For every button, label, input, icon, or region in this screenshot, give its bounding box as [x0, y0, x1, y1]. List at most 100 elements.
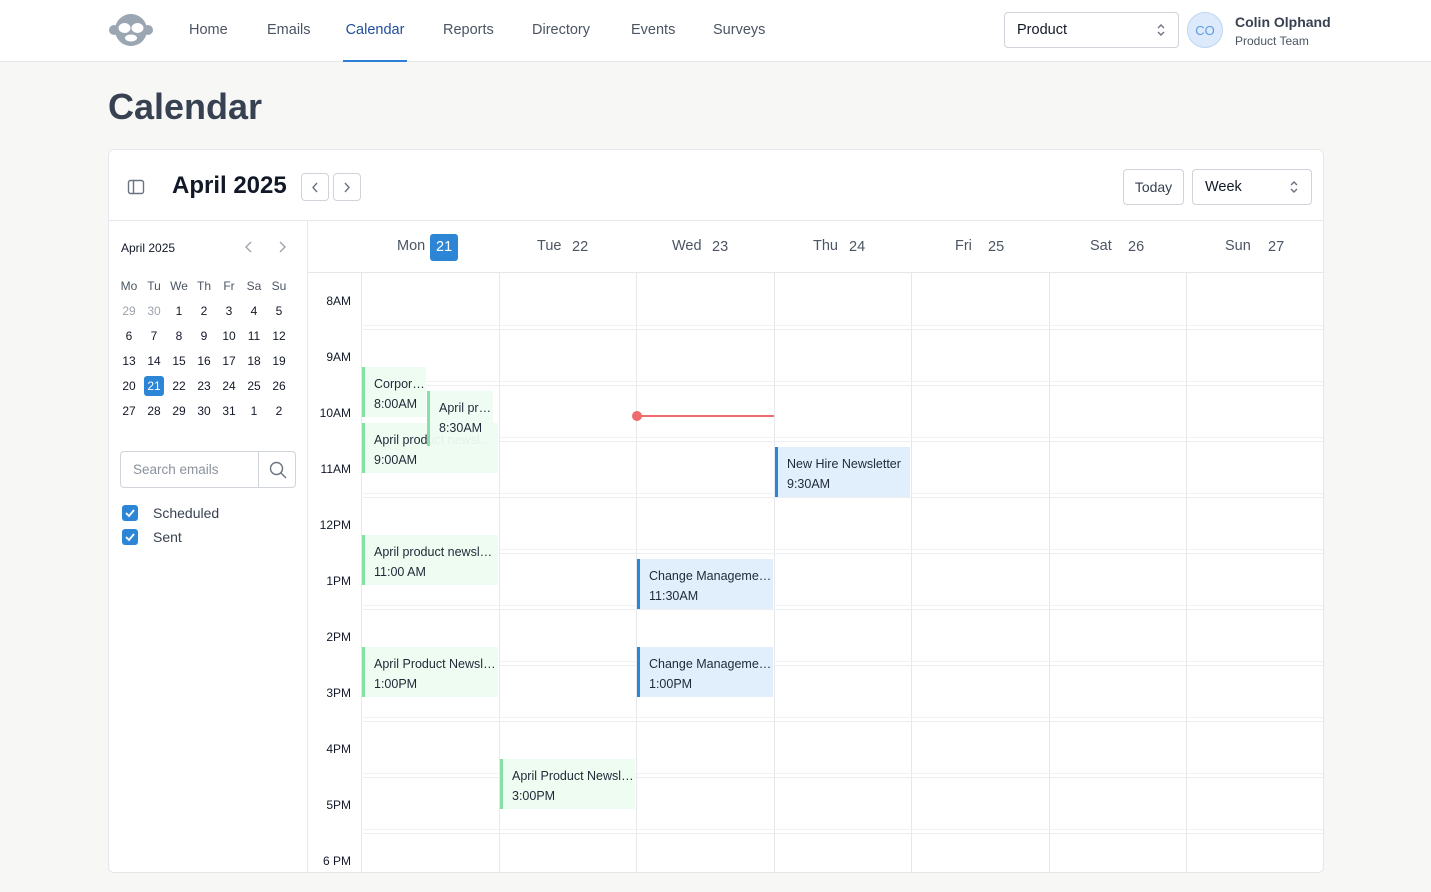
check-icon [125, 533, 135, 542]
chevron-right-icon [344, 182, 350, 193]
event-card[interactable]: April product newsletter 11:00 AM [362, 535, 498, 585]
hour-line [361, 553, 1323, 554]
mini-day[interactable]: 17 [219, 351, 239, 371]
mini-day[interactable]: 26 [269, 376, 289, 396]
mini-day[interactable]: 7 [144, 326, 164, 346]
day-header-wed[interactable]: Wed 23 [636, 221, 774, 273]
mini-day[interactable]: 9 [194, 326, 214, 346]
user-team: Product Team [1235, 34, 1309, 48]
day-header-sun[interactable]: Sun 27 [1186, 221, 1323, 273]
day-header-fri[interactable]: Fri 25 [911, 221, 1049, 273]
half-hour-line [361, 829, 1323, 830]
today-button[interactable]: Today [1123, 169, 1184, 205]
mini-day[interactable]: 28 [144, 401, 164, 421]
day-name: Sun [1225, 238, 1251, 254]
mini-day[interactable]: 5 [269, 301, 289, 321]
event-time: 1:00PM [649, 677, 693, 691]
mini-day[interactable]: 16 [194, 351, 214, 371]
sidebar-toggle-icon[interactable] [127, 178, 145, 196]
mini-day[interactable]: 4 [244, 301, 264, 321]
day-name: Mon [397, 238, 426, 254]
day-header-tue[interactable]: Tue 22 [499, 221, 636, 273]
team-select[interactable]: Product [1004, 12, 1179, 48]
nav-events[interactable]: Events [631, 0, 675, 62]
mini-day[interactable]: 14 [144, 351, 164, 371]
next-week-button[interactable] [333, 173, 361, 201]
day-number: 25 [988, 239, 1005, 255]
search-button[interactable] [258, 452, 295, 487]
mini-prev-month-icon[interactable] [242, 240, 256, 254]
day-header-sat[interactable]: Sat 26 [1049, 221, 1186, 273]
hour-label: 4PM [326, 742, 351, 756]
event-card[interactable]: Change Management Update 1:00PM [637, 647, 773, 697]
mini-day[interactable]: 11 [244, 326, 264, 346]
mini-day[interactable]: 1 [244, 401, 264, 421]
mini-day[interactable]: 10 [219, 326, 239, 346]
mini-day[interactable]: 27 [119, 401, 139, 421]
hour-label: 11AM [320, 462, 351, 476]
nav-home[interactable]: Home [189, 0, 228, 62]
scheduled-label: Scheduled [153, 505, 220, 521]
mini-day[interactable]: 21 [144, 376, 164, 396]
mini-day[interactable]: 31 [219, 401, 239, 421]
hour-line [361, 329, 1323, 330]
event-time: 9:30AM [787, 477, 831, 491]
half-hour-line [361, 605, 1323, 606]
mini-day[interactable]: 8 [169, 326, 189, 346]
day-header-mon[interactable]: Mon 21 [361, 221, 499, 273]
mini-day[interactable]: 30 [194, 401, 214, 421]
mini-weekday: Fr [223, 279, 235, 293]
mini-day[interactable]: 6 [119, 326, 139, 346]
logo-icon[interactable] [108, 11, 154, 49]
nav-emails[interactable]: Emails [267, 0, 311, 62]
event-card[interactable]: Corporate Newsletter 8:00AM [362, 367, 426, 417]
mini-day[interactable]: 20 [119, 376, 139, 396]
event-card[interactable]: April Product Newsletter 1:00PM [362, 647, 498, 697]
event-time: 9:00AM [374, 453, 418, 467]
calendar-toolbar: April 2025 Today Week [109, 150, 1323, 221]
mini-day[interactable]: 24 [219, 376, 239, 396]
search-box [120, 451, 296, 488]
mini-day[interactable]: 25 [244, 376, 264, 396]
day-number: 22 [572, 239, 589, 255]
day-number: 21 [430, 234, 459, 261]
mini-day[interactable]: 3 [219, 301, 239, 321]
event-card[interactable]: Change Management Update 11:30AM [637, 559, 773, 609]
mini-day[interactable]: 29 [119, 301, 139, 321]
search-input[interactable] [121, 452, 259, 487]
column-divider [1049, 273, 1050, 872]
nav-reports[interactable]: Reports [443, 0, 494, 62]
mini-day[interactable]: 18 [244, 351, 264, 371]
avatar[interactable]: CO [1187, 12, 1223, 48]
nav-surveys[interactable]: Surveys [713, 0, 765, 62]
day-header-thu[interactable]: Thu 24 [774, 221, 911, 273]
event-card[interactable]: April Product Newsletter 3:00PM [500, 759, 635, 809]
mini-day[interactable]: 23 [194, 376, 214, 396]
mini-day[interactable]: 22 [169, 376, 189, 396]
event-card[interactable]: April product newsletter 8:30AM [427, 391, 493, 446]
sent-checkbox[interactable] [122, 529, 138, 545]
sent-label: Sent [153, 529, 182, 545]
mini-day[interactable]: 19 [269, 351, 289, 371]
hour-label: 10AM [319, 406, 351, 420]
mini-day[interactable]: 12 [269, 326, 289, 346]
prev-week-button[interactable] [301, 173, 329, 201]
view-select[interactable]: Week [1192, 169, 1312, 205]
hour-label: 3PM [326, 686, 351, 700]
mini-day[interactable]: 2 [269, 401, 289, 421]
mini-day[interactable]: 13 [119, 351, 139, 371]
mini-day[interactable]: 1 [169, 301, 189, 321]
mini-day[interactable]: 2 [194, 301, 214, 321]
scheduled-checkbox[interactable] [122, 505, 138, 521]
event-time: 8:00AM [374, 397, 418, 411]
event-card[interactable]: New Hire Newsletter 9:30AM [775, 447, 910, 497]
event-title: April Product Newsletter [374, 657, 498, 671]
mini-day[interactable]: 29 [169, 401, 189, 421]
mini-day[interactable]: 30 [144, 301, 164, 321]
nav-directory[interactable]: Directory [532, 0, 590, 62]
mini-day[interactable]: 15 [169, 351, 189, 371]
nav-calendar[interactable]: Calendar [343, 0, 407, 62]
column-divider [1186, 273, 1187, 872]
event-title: Change Management Update [649, 657, 773, 671]
mini-next-month-icon[interactable] [275, 240, 289, 254]
